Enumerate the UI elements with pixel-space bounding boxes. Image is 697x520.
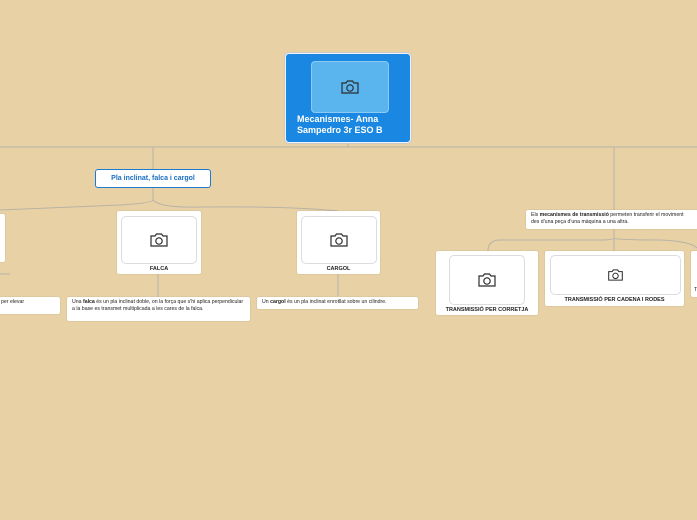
note-left-partial[interactable]: per elevar (0, 297, 60, 314)
note-cargol[interactable]: Un cargol és un pla inclinat enrotllat s… (257, 297, 418, 309)
card-partial-left[interactable] (0, 214, 5, 262)
root-node[interactable]: Mecanismes- Anna Sampedro 3r ESO B (285, 53, 411, 143)
cadena-image (550, 255, 681, 295)
card-cadena[interactable]: TRANSMISSIÓ PER CADENA I RODES (545, 251, 684, 306)
note-falca-pre: Una (72, 299, 83, 305)
cargol-caption: CARGOL (326, 266, 351, 272)
note-transmissio[interactable]: Els mecanismes de transmissió permeten t… (526, 210, 697, 229)
note-falca-bold: falca (82, 299, 95, 305)
root-title: Mecanismes- Anna Sampedro 3r ESO B (297, 114, 383, 135)
card-corretja[interactable]: TRANSMISSIÓ PER CORRETJA (436, 251, 538, 315)
note-cargol-bold: cargol (270, 299, 286, 305)
camera-icon (478, 273, 496, 287)
note-cargol-pre: Un (262, 299, 271, 305)
corretja-image (449, 255, 525, 305)
cadena-caption: TRANSMISSIÓ PER CADENA I RODES (564, 297, 665, 303)
root-image (311, 61, 389, 113)
topic-label: Pla inclinat, falca i cargol (111, 175, 195, 182)
note-left-partial-text: per elevar (1, 299, 25, 305)
falca-caption: FALCA (149, 266, 169, 272)
camera-icon (330, 233, 348, 247)
note-transmissio-bold: mecanismes de transmissió (539, 212, 609, 218)
corretja-caption: TRANSMISSIÓ PER CORRETJA (445, 307, 529, 313)
falca-image (121, 216, 197, 264)
topic-pla-inclinat[interactable]: Pla inclinat, falca i cargol (95, 169, 211, 188)
card-cargol[interactable]: CARGOL (297, 211, 380, 274)
card-falca[interactable]: FALCA (117, 211, 201, 274)
note-falca-post: és un pla inclinat doble, on la força qu… (72, 299, 244, 312)
note-transmissio-pre: Els (531, 212, 540, 218)
camera-icon (341, 80, 359, 94)
camera-icon (608, 269, 623, 281)
cargol-image (301, 216, 377, 264)
card-partial-right[interactable]: T (691, 251, 697, 297)
note-cargol-post: és un pla inclinat enrotllat sobre un ci… (285, 299, 387, 305)
note-falca[interactable]: Una falca és un pla inclinat doble, on l… (67, 297, 250, 321)
camera-icon (150, 233, 168, 247)
